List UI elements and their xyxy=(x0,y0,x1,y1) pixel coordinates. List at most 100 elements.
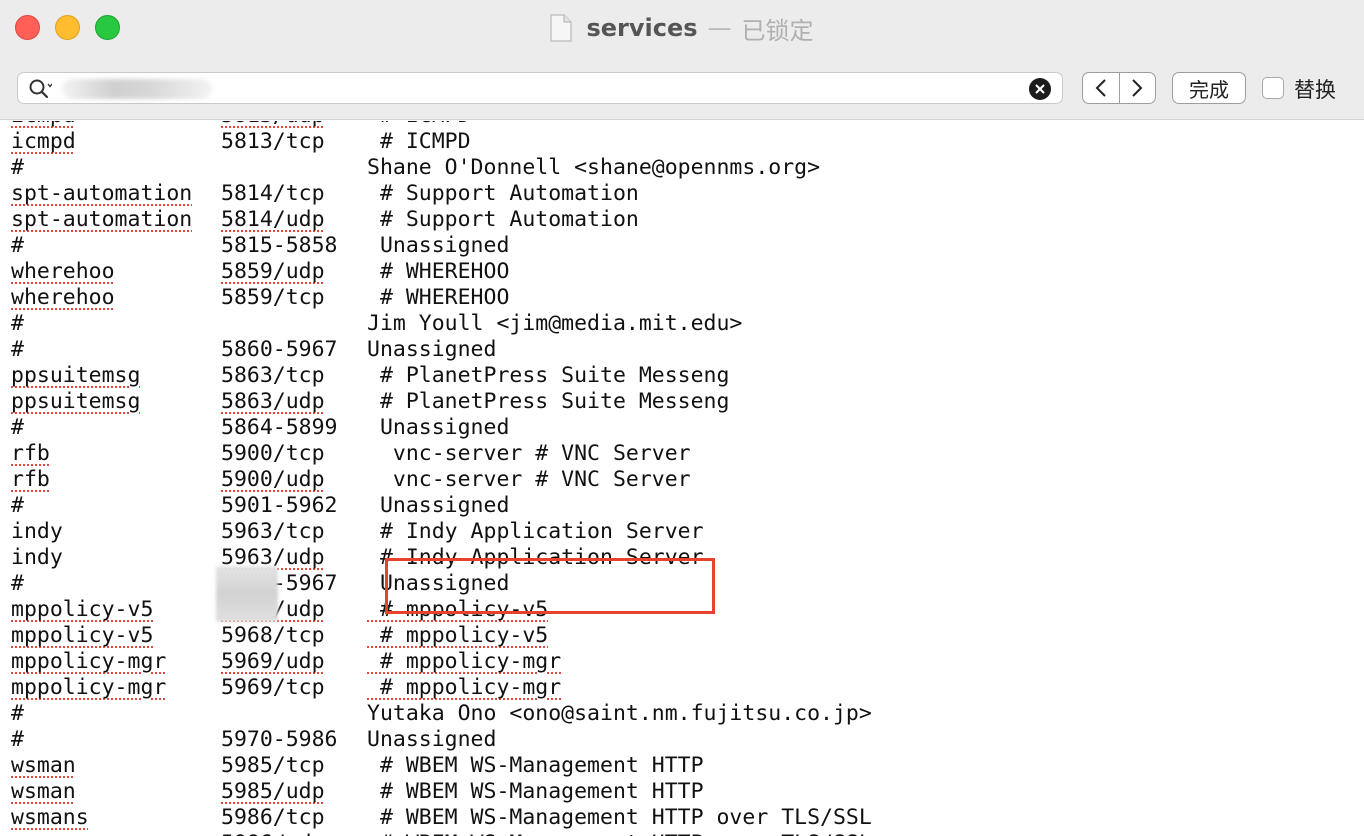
service-comment: # WHEREHOO xyxy=(367,259,510,284)
window-title: services — 已锁定 xyxy=(0,0,1364,56)
service-name: # xyxy=(11,337,24,362)
service-comment: # Support Automation xyxy=(367,207,639,232)
service-name: wherehoo xyxy=(11,285,115,310)
service-comment: # ICMPD xyxy=(367,129,471,154)
service-name: mppolicy-mgr xyxy=(11,649,167,674)
port-protocol: 5814/tcp xyxy=(221,181,325,206)
service-comment: # WHEREHOO xyxy=(367,285,510,310)
port-protocol: 5969/udp xyxy=(221,649,325,674)
service-comment: # PlanetPress Suite Messeng xyxy=(367,363,730,388)
service-comment: Unassigned xyxy=(367,233,510,258)
service-comment: Unassigned xyxy=(367,337,497,362)
service-comment: Yutaka Ono <ono@saint.nm.fujitsu.co.jp> xyxy=(367,701,872,726)
service-comment: Unassigned xyxy=(367,493,510,518)
done-button[interactable]: 完成 xyxy=(1172,72,1246,104)
port-protocol: 5860-5967 xyxy=(221,337,338,362)
service-comment: vnc-server # VNC Server xyxy=(367,467,691,492)
service-name: ppsuitemsg xyxy=(11,389,141,414)
port-protocol: 5901-5962 xyxy=(221,493,338,518)
clear-search-button[interactable] xyxy=(1029,78,1051,100)
magnifier-icon[interactable] xyxy=(28,78,53,100)
replace-label: 替换 xyxy=(1294,78,1336,102)
service-comment: Shane O'Donnell <shane@opennms.org> xyxy=(367,155,821,180)
service-comment: Unassigned xyxy=(367,727,497,752)
service-name: wsmans xyxy=(11,805,89,830)
service-name: spt-automation xyxy=(11,181,193,206)
service-comment: # mppolicy-mgr xyxy=(367,649,562,674)
redacted-port-number xyxy=(216,566,278,622)
find-input[interactable] xyxy=(58,76,1022,102)
port-protocol: 5863/tcp xyxy=(221,363,325,388)
chevron-left-icon xyxy=(1095,79,1106,97)
port-protocol: 5900/udp xyxy=(221,467,325,492)
service-comment: # Indy Application Server xyxy=(367,519,704,544)
port-protocol: 5963/tcp xyxy=(221,519,325,544)
find-navigation xyxy=(1082,72,1156,104)
service-comment: # WBEM WS-Management HTTP xyxy=(367,779,704,804)
document-icon xyxy=(550,14,573,42)
service-name: icmpd xyxy=(11,129,76,154)
service-name: rfb xyxy=(11,441,50,466)
service-name: indy xyxy=(11,519,63,544)
find-bar: 完成 替换 xyxy=(0,56,1364,120)
text-content-area[interactable]: icmpd 5813/udp # ICMPD icmpd 5813/tcp # ICM… xyxy=(0,121,1364,836)
service-comment: # mppolicy-mgr xyxy=(367,675,562,700)
port-protocol: 5968/tcp xyxy=(221,623,325,648)
service-name: indy xyxy=(11,545,63,570)
service-comment: Unassigned xyxy=(367,415,510,440)
service-comment: # mppolicy-v5 xyxy=(367,623,549,648)
port-protocol: 5813/tcp xyxy=(221,129,325,154)
service-comment: # WBEM WS-Management HTTP over TLS/SSL xyxy=(367,831,872,836)
find-field[interactable] xyxy=(17,72,1063,104)
service-comment: # WBEM WS-Management HTTP xyxy=(367,753,704,778)
service-name: mppolicy-v5 xyxy=(11,623,154,648)
service-name: spt-automation xyxy=(11,207,193,232)
service-name: # xyxy=(11,571,24,596)
port-protocol: 5985/udp xyxy=(221,779,325,804)
service-name: icmpd xyxy=(11,121,76,129)
service-comment: # PlanetPress Suite Messeng xyxy=(367,389,730,414)
find-next-button[interactable] xyxy=(1120,73,1156,103)
port-protocol: 5859/udp xyxy=(221,259,325,284)
locked-status: 已锁定 xyxy=(741,16,814,45)
service-comment: vnc-server # VNC Server xyxy=(367,441,691,466)
clear-x-icon xyxy=(1035,84,1045,94)
service-name: ppsuitemsg xyxy=(11,363,141,388)
service-name: wsman xyxy=(11,753,76,778)
port-protocol: 5985/tcp xyxy=(221,753,325,778)
vnc-server-highlight xyxy=(385,558,715,614)
service-comment: # WBEM WS-Management HTTP over TLS/SSL xyxy=(367,805,872,830)
text-editor-window: services — 已锁定 完成 替换 icmpd 5813/tcp # IC… xyxy=(0,0,1364,836)
service-name: wsman xyxy=(11,779,76,804)
service-name: # xyxy=(11,701,24,726)
port-protocol: 5986/udp xyxy=(221,831,325,836)
service-name: wsmans xyxy=(11,831,89,836)
service-name: wherehoo xyxy=(11,259,115,284)
port-protocol: 5815-5858 xyxy=(221,233,338,258)
chevron-right-icon xyxy=(1132,79,1143,97)
service-name: # xyxy=(11,493,24,518)
service-comment: # Support Automation xyxy=(367,181,639,206)
port-protocol: 5863/udp xyxy=(221,389,325,414)
title-bar: services — 已锁定 xyxy=(0,0,1364,56)
service-name: # xyxy=(11,155,24,180)
port-protocol: 5900/tcp xyxy=(221,441,325,466)
service-name: # xyxy=(11,415,24,440)
port-protocol: 5986/tcp xyxy=(221,805,325,830)
find-previous-button[interactable] xyxy=(1083,73,1120,103)
service-name: mppolicy-mgr xyxy=(11,675,167,700)
port-protocol: 5859/tcp xyxy=(221,285,325,310)
port-protocol: 5969/tcp xyxy=(221,675,325,700)
service-name: mppolicy-v5 xyxy=(11,597,154,622)
port-protocol: 5970-5986 xyxy=(221,727,338,752)
title-separator: — xyxy=(707,14,732,42)
service-comment: Jim Youll <jim@media.mit.edu> xyxy=(367,311,743,336)
service-name: # xyxy=(11,233,24,258)
replace-checkbox[interactable] xyxy=(1262,77,1284,99)
port-protocol: 5814/udp xyxy=(221,207,325,232)
service-comment: # ICMPD xyxy=(367,121,471,129)
service-name: # xyxy=(11,311,24,336)
service-name: rfb xyxy=(11,467,50,492)
document-name: services xyxy=(586,14,698,42)
port-protocol: 5813/udp xyxy=(221,121,325,129)
